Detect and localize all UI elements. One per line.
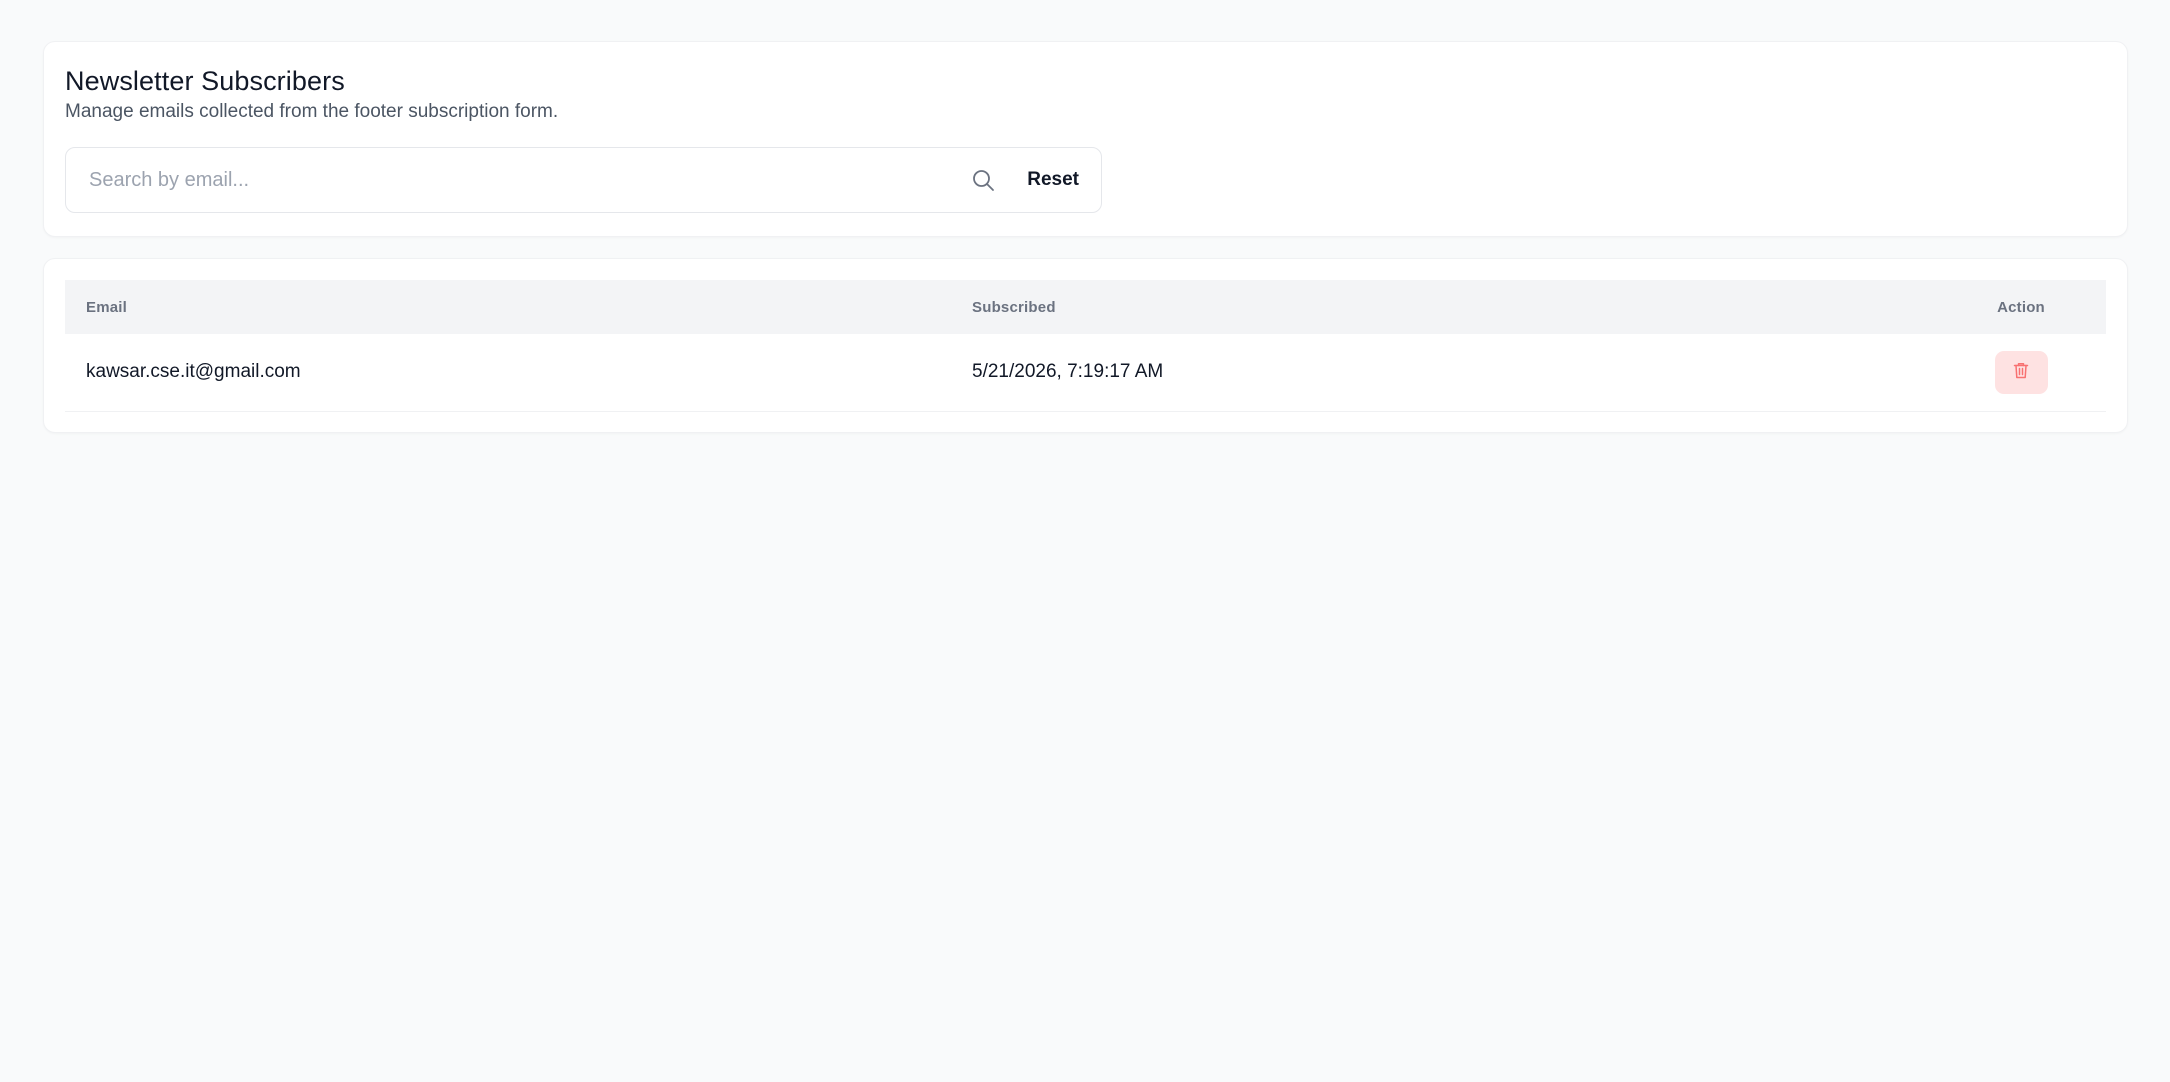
page: Newsletter Subscribers Manage emails col…: [43, 41, 2128, 433]
search-box: Reset: [65, 147, 1102, 213]
subscribers-table: Email Subscribed Action kawsar.cse.it@gm…: [65, 280, 2106, 412]
subscribers-table-card: Email Subscribed Action kawsar.cse.it@gm…: [43, 258, 2128, 433]
column-header-action: Action: [1997, 298, 2045, 316]
column-header-email: Email: [86, 298, 128, 316]
table-header-row: Email Subscribed Action: [65, 280, 2106, 334]
page-title: Newsletter Subscribers: [65, 66, 345, 96]
reset-button[interactable]: Reset: [1027, 169, 1079, 191]
cell-email: kawsar.cse.it@gmail.com: [86, 361, 301, 383]
cell-action: [1936, 334, 2106, 411]
table-header: Email Subscribed Action: [65, 280, 2106, 334]
header-card: Newsletter Subscribers Manage emails col…: [43, 41, 2128, 237]
table-row: kawsar.cse.it@gmail.com 5/21/2026, 7:19:…: [65, 334, 2106, 411]
trash-icon: [2013, 362, 2029, 382]
column-header-subscribed: Subscribed: [972, 298, 1056, 316]
table-body: kawsar.cse.it@gmail.com 5/21/2026, 7:19:…: [65, 334, 2106, 411]
search-input[interactable]: [89, 148, 971, 212]
search-icon[interactable]: [970, 167, 996, 193]
page-subtitle: Manage emails collected from the footer …: [65, 101, 559, 122]
delete-button[interactable]: [1994, 350, 2048, 394]
cell-subscribed: 5/21/2026, 7:19:17 AM: [972, 361, 1164, 383]
